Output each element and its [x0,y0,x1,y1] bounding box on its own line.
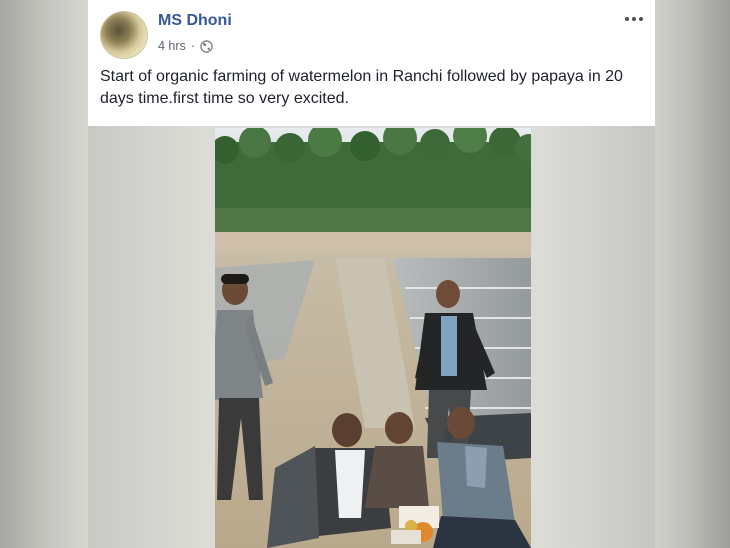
more-options-button[interactable] [621,9,647,29]
post-header: MS Dhoni 4 hrs · [88,0,655,64]
author-name[interactable]: MS Dhoni [158,12,232,30]
more-dot [632,17,636,21]
globe-icon[interactable] [200,39,213,53]
avatar[interactable] [100,11,148,59]
video-frame[interactable] [215,128,531,548]
background-right [655,0,730,548]
more-dot [625,17,629,21]
more-dot [639,17,643,21]
post-media [88,126,655,548]
tree-line [215,128,531,238]
post-card: MS Dhoni 4 hrs · Start of organic farmin… [88,0,655,548]
farm-scene [215,128,531,548]
post-text: Start of organic farming of watermelon i… [100,68,623,107]
post-meta: 4 hrs · [158,39,213,53]
meta-separator: · [190,39,195,53]
boundary-wall [215,232,531,254]
post-time[interactable]: 4 hrs [158,39,186,53]
background-left [0,0,88,548]
